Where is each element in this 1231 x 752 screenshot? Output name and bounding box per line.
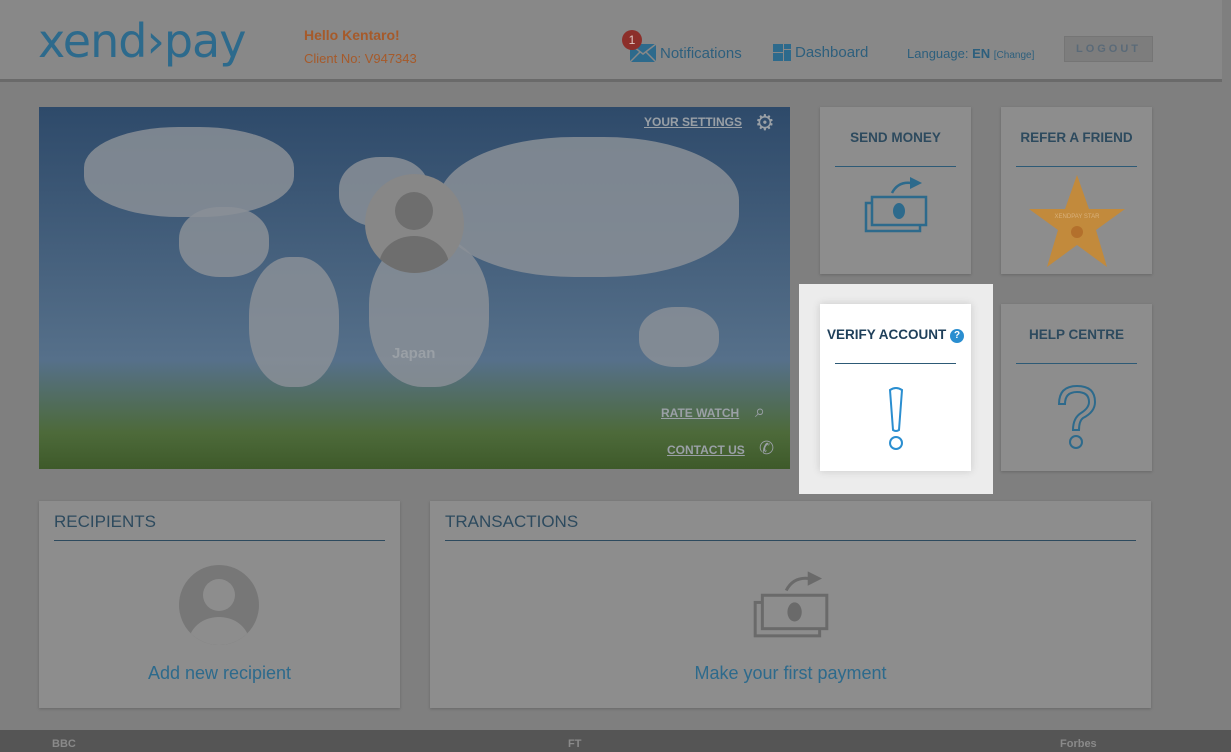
client-number: Client No: V947343: [304, 51, 417, 66]
svg-text:XENDPAY STAR: XENDPAY STAR: [1054, 214, 1100, 220]
money-send-icon: [864, 177, 927, 233]
recipients-panel: RECIPIENTS Add new recipient: [39, 501, 400, 708]
rate-watch-icon[interactable]: ⌕: [755, 401, 765, 422]
refer-a-friend-title: REFER A FRIEND: [1020, 130, 1133, 145]
help-centre-tile[interactable]: HELP CENTRE: [1001, 304, 1152, 471]
exclamation-icon: [888, 387, 903, 450]
contact-us-link[interactable]: CONTACT US: [667, 443, 745, 457]
forbes-logo: Forbes: [1060, 738, 1097, 750]
profile-avatar[interactable]: [365, 174, 464, 273]
language-change-link[interactable]: [Change]: [994, 50, 1035, 61]
transactions-title: TRANSACTIONS: [445, 512, 579, 531]
transactions-panel: TRANSACTIONS Make your first payment: [430, 501, 1151, 708]
send-money-title: SEND MONEY: [850, 130, 941, 145]
money-send-icon: [753, 571, 829, 638]
gear-icon[interactable]: ⚙: [755, 110, 775, 136]
help-centre-title: HELP CENTRE: [1028, 327, 1124, 342]
language-selector: Language: EN [Change]: [907, 46, 1034, 61]
country-label: Japan: [392, 345, 436, 362]
notifications-link[interactable]: Notifications: [630, 44, 742, 62]
dashboard-link[interactable]: Dashboard: [773, 44, 868, 61]
dashboard-label: Dashboard: [795, 44, 869, 61]
refer-a-friend-tile[interactable]: REFER A FRIEND XENDPAY STAR: [1001, 107, 1152, 274]
send-money-tile[interactable]: SEND MONEY: [820, 107, 971, 274]
profile-hero: YOUR SETTINGS ⚙ Japan RATE WATCH ⌕ CONTA…: [39, 107, 790, 469]
rate-watch-link[interactable]: RATE WATCH: [661, 406, 739, 420]
ft-logo: FT: [568, 738, 582, 750]
notifications-label: Notifications: [660, 44, 742, 62]
star-icon: XENDPAY STAR: [1028, 175, 1125, 267]
notification-count-badge: 1: [622, 30, 642, 50]
help-question-icon[interactable]: ?: [950, 329, 965, 343]
verify-account-tile[interactable]: VERIFY ACCOUNT ?: [820, 304, 971, 471]
add-new-recipient-link[interactable]: Add new recipient: [39, 663, 400, 684]
your-settings-link[interactable]: YOUR SETTINGS: [644, 115, 742, 129]
dashboard-icon: [773, 44, 791, 61]
question-mark-icon: [1057, 384, 1096, 449]
verify-account-title: VERIFY ACCOUNT: [826, 327, 947, 342]
make-first-payment-link[interactable]: Make your first payment: [430, 663, 1151, 684]
recipients-title: RECIPIENTS: [54, 512, 157, 531]
xendpay-logo[interactable]: xend›pay: [38, 14, 246, 68]
phone-icon[interactable]: ✆: [759, 438, 774, 459]
logout-button[interactable]: LOGOUT: [1064, 36, 1153, 62]
header: xend›pay Hello Kentaro! Client No: V9473…: [0, 0, 1222, 82]
bbc-logo: BBC: [52, 738, 76, 750]
language-value: EN: [972, 46, 991, 61]
recipient-avatar-icon: [179, 565, 259, 645]
press-logos-footer: BBC FT Forbes: [0, 730, 1231, 752]
language-label: Language:: [907, 46, 969, 61]
greeting: Hello Kentaro!: [304, 27, 400, 43]
